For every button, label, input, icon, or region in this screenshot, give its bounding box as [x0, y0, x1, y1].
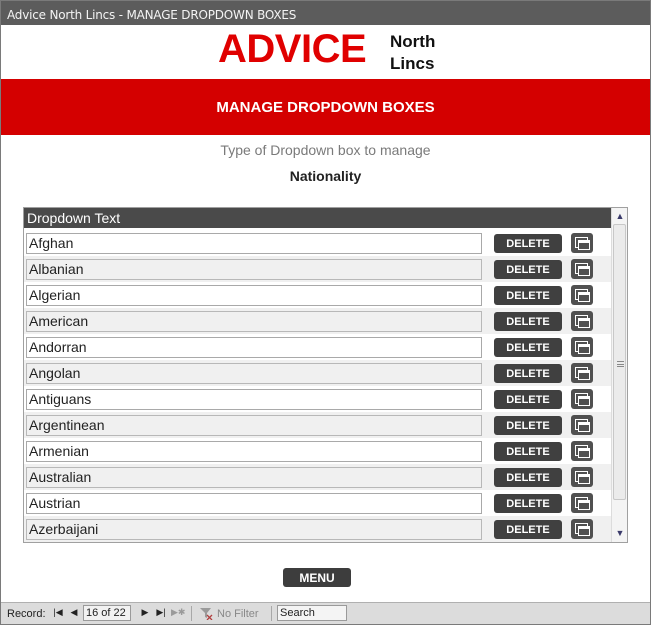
dropdown-text-field[interactable]: Armenian: [26, 441, 482, 462]
logo-north-text: North: [390, 32, 436, 51]
logo-advice-text: ADVICE: [218, 27, 367, 71]
copy-icon[interactable]: [571, 285, 593, 305]
logo-area: ADVICE North Lincs: [1, 25, 650, 79]
dropdown-text-field[interactable]: Algerian: [26, 285, 482, 306]
delete-button[interactable]: DELETE: [494, 286, 562, 305]
record-label: Record:: [7, 608, 46, 620]
logo-lincs-text: Lincs: [390, 54, 435, 73]
list-item: American DELETE: [24, 308, 611, 334]
record-navigation-bar: Record: |◀ ◀ 16 of 22 ▶ ▶| ▶✱ No Filter …: [1, 602, 650, 624]
logo-north-lincs: North Lincs: [390, 31, 435, 75]
new-record-icon[interactable]: ▶✱: [171, 607, 185, 619]
delete-button[interactable]: DELETE: [494, 260, 562, 279]
delete-button[interactable]: DELETE: [494, 494, 562, 513]
delete-button[interactable]: DELETE: [494, 390, 562, 409]
copy-icon[interactable]: [571, 259, 593, 279]
list-item: Andorran DELETE: [24, 334, 611, 360]
delete-button[interactable]: DELETE: [494, 520, 562, 539]
list-item: Albanian DELETE: [24, 256, 611, 282]
delete-button[interactable]: DELETE: [494, 364, 562, 383]
copy-icon[interactable]: [571, 363, 593, 383]
page-title-banner: MANAGE DROPDOWN BOXES: [1, 79, 650, 135]
dropdown-type-value: Nationality: [289, 168, 362, 184]
copy-icon[interactable]: [571, 389, 593, 409]
copy-icon[interactable]: [571, 493, 593, 513]
dropdown-text-field[interactable]: Austrian: [26, 493, 482, 514]
dropdown-text-field[interactable]: American: [26, 311, 482, 332]
menu-button[interactable]: MENU: [283, 568, 351, 587]
list-item: Azerbaijani DELETE: [24, 516, 611, 542]
copy-icon[interactable]: [571, 337, 593, 357]
list-item: Argentinean DELETE: [24, 412, 611, 438]
list-item: Afghan DELETE: [24, 230, 611, 256]
copy-icon[interactable]: [571, 415, 593, 435]
list-item: Angolan DELETE: [24, 360, 611, 386]
statusbar-divider: [271, 606, 272, 621]
scroll-up-icon[interactable]: ▲: [614, 210, 626, 222]
dropdown-text-field[interactable]: Andorran: [26, 337, 482, 358]
list-vertical-scrollbar[interactable]: ▲ ▼: [611, 208, 627, 542]
dropdown-text-field[interactable]: Albanian: [26, 259, 482, 280]
copy-icon[interactable]: [571, 441, 593, 461]
delete-button[interactable]: DELETE: [494, 442, 562, 461]
list-column-header: Dropdown Text: [24, 208, 611, 228]
delete-button[interactable]: DELETE: [494, 338, 562, 357]
dropdown-text-field[interactable]: Angolan: [26, 363, 482, 384]
next-record-icon[interactable]: ▶: [140, 607, 150, 619]
list-item: Antiguans DELETE: [24, 386, 611, 412]
window-title: Advice North Lincs - MANAGE DROPDOWN BOX…: [1, 1, 650, 25]
app-window: Advice North Lincs - MANAGE DROPDOWN BOX…: [0, 0, 651, 625]
dropdown-text-field[interactable]: Afghan: [26, 233, 482, 254]
no-filter-icon[interactable]: [199, 606, 213, 620]
list-item: Australian DELETE: [24, 464, 611, 490]
current-record-field[interactable]: 16 of 22: [83, 605, 131, 621]
search-input[interactable]: Search: [277, 605, 347, 621]
delete-button[interactable]: DELETE: [494, 468, 562, 487]
last-record-icon[interactable]: ▶|: [156, 607, 166, 619]
copy-icon[interactable]: [571, 233, 593, 253]
delete-button[interactable]: DELETE: [494, 416, 562, 435]
delete-button[interactable]: DELETE: [494, 312, 562, 331]
first-record-icon[interactable]: |◀: [53, 607, 63, 619]
list-item: Armenian DELETE: [24, 438, 611, 464]
copy-icon[interactable]: [571, 519, 593, 539]
list-item: Austrian DELETE: [24, 490, 611, 516]
statusbar-divider: [191, 606, 192, 621]
dropdown-text-field[interactable]: Azerbaijani: [26, 519, 482, 540]
previous-record-icon[interactable]: ◀: [69, 607, 79, 619]
copy-icon[interactable]: [571, 467, 593, 487]
copy-icon[interactable]: [571, 311, 593, 331]
list-item: Algerian DELETE: [24, 282, 611, 308]
dropdown-text-field[interactable]: Argentinean: [26, 415, 482, 436]
scroll-grip-icon: [617, 361, 624, 367]
scroll-down-icon[interactable]: ▼: [614, 527, 626, 539]
dropdown-type-label: Type of Dropdown box to manage: [220, 142, 431, 158]
delete-button[interactable]: DELETE: [494, 234, 562, 253]
dropdown-items-list: Dropdown Text Afghan DELETE Albanian DELETE…: [23, 207, 628, 543]
scrollbar-thumb[interactable]: [613, 224, 626, 500]
dropdown-text-field[interactable]: Australian: [26, 467, 482, 488]
filter-status[interactable]: No Filter: [217, 608, 259, 620]
dropdown-text-field[interactable]: Antiguans: [26, 389, 482, 410]
